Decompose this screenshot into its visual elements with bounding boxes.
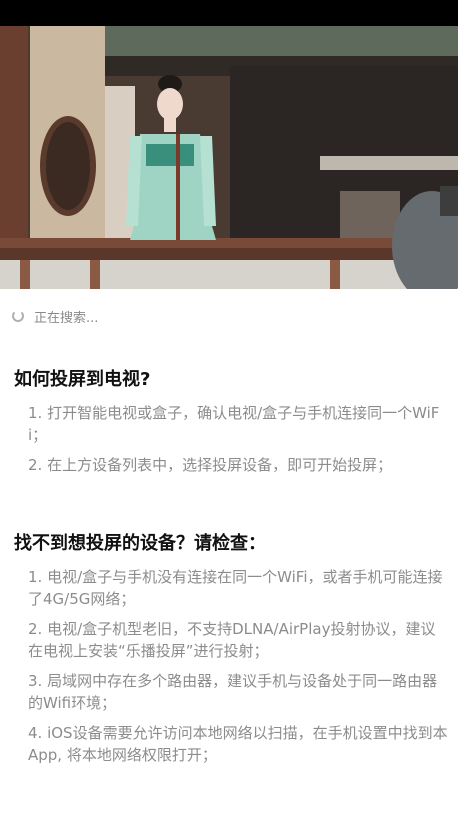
troubleshoot-step-3: 3. 局域网中存在多个路由器，建议手机与设备处于同一路由器的Wifi环境； [28,672,438,712]
searching-label: 正在搜索... [34,310,99,326]
how-to-cast-step-2: 2. 在上方设备列表中，选择投屏设备，即可开始投屏； [28,456,393,474]
troubleshoot-step-1: 1. 电视/盒子与手机没有连接在同一个WiFi，或者手机可能连接了4G/5G网络… [28,568,443,608]
how-to-cast-title: 如何投屏到电视? [14,369,151,390]
device-search-status: 正在搜索... [12,306,98,326]
troubleshoot-steps: 1. 电视/盒子与手机没有连接在同一个WiFi，或者手机可能连接了4G/5G网络… [14,566,450,766]
troubleshoot-title: 找不到想投屏的设备？请检查： [14,533,266,554]
loading-spinner-icon [12,310,24,322]
video-frame [0,26,458,289]
troubleshoot-section: 找不到想投屏的设备？请检查： 1. 电视/盒子与手机没有连接在同一个WiFi，或… [14,531,450,774]
how-to-cast-section: 如何投屏到电视? 1. 打开智能电视或盒子，确认电视/盒子与手机连接同一个WiF… [14,367,450,484]
troubleshoot-step-4: 4. iOS设备需要允许访问本地网络以扫描，在手机设置中找到本App, 将本地网… [28,724,448,764]
status-bar [0,0,458,26]
how-to-cast-step-1: 1. 打开智能电视或盒子，确认电视/盒子与手机连接同一个WiFi； [28,404,440,444]
video-player[interactable] [0,26,458,289]
troubleshoot-step-2: 2. 电视/盒子机型老旧，不支持DLNA/AirPlay投射协议，建议在电视上安… [28,620,436,660]
how-to-cast-steps: 1. 打开智能电视或盒子，确认电视/盒子与手机连接同一个WiFi； 2. 在上方… [14,402,450,476]
